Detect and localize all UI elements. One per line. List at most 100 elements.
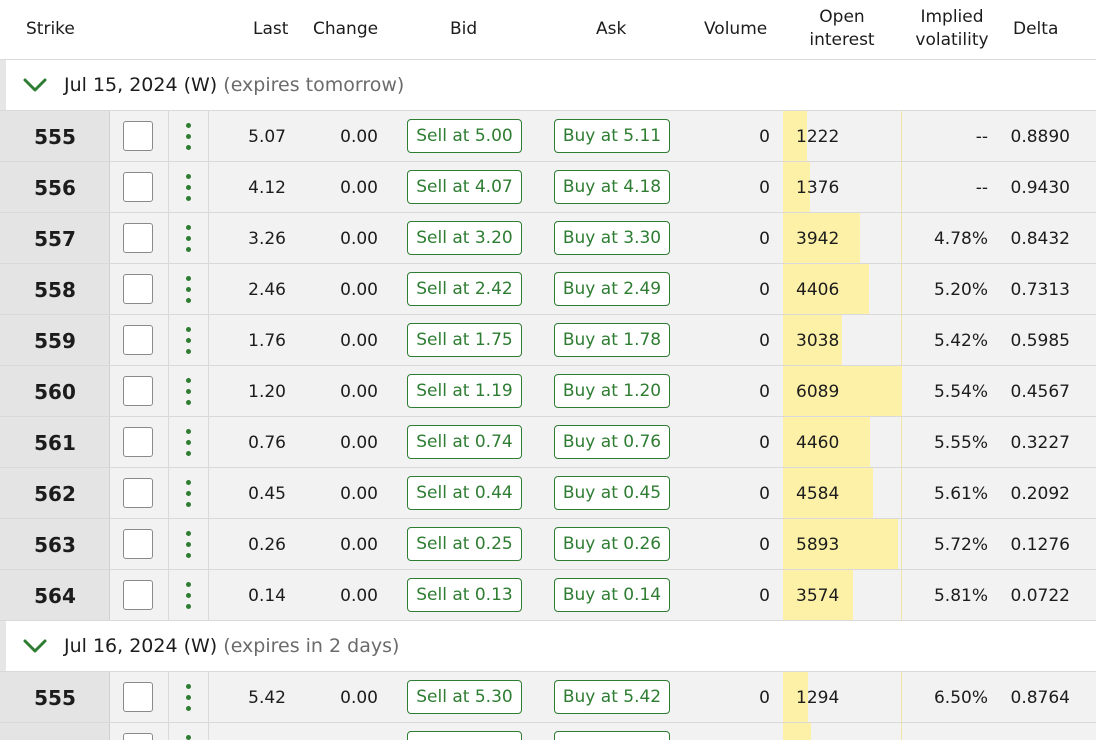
strike-price: 557 [34,227,76,251]
implied-volatility-value: 5.55% [933,433,988,453]
buy-button[interactable]: Buy at 0.45 [554,476,670,510]
row-checkbox[interactable] [123,172,153,202]
sell-button[interactable]: Sell at 0.13 [407,578,522,612]
implied-volatility-value: 5.61% [933,484,988,504]
row-menu[interactable] [168,519,209,569]
more-vertical-icon[interactable] [186,582,192,610]
row-menu[interactable] [168,672,209,722]
row-checkbox[interactable] [123,376,153,406]
expiration-date: Jul 15, 2024 (W) [64,74,218,96]
implied-volatility-value: 5.72% [933,535,988,555]
header-strike[interactable]: Strike [26,18,75,41]
header-volume[interactable]: Volume [704,18,767,41]
buy-button[interactable]: Buy at 0.76 [554,425,670,459]
table-row: 556 4.12 0.00 Sell at 4.07 Buy at 4.18 0 1376 -… [0,162,1096,213]
row-checkbox[interactable] [123,529,153,559]
sell-button[interactable]: Sell at 1.19 [407,374,522,408]
table-row: 558 2.46 0.00 Sell at 2.42 Buy at 2.49 0 4406 5… [0,264,1096,315]
row-menu[interactable] [168,723,209,740]
more-vertical-icon[interactable] [186,174,192,202]
more-vertical-icon[interactable] [186,480,192,508]
more-vertical-icon[interactable] [186,735,192,740]
volume-value: 0 [759,280,770,300]
buy-button[interactable]: Buy at 1.20 [554,374,670,408]
more-vertical-icon[interactable] [186,429,192,457]
more-vertical-icon[interactable] [186,276,192,304]
row-menu[interactable] [168,468,209,518]
header-ask[interactable]: Ask [596,18,626,41]
expiration-header[interactable]: Jul 16, 2024 (W) (expires in 2 days) [0,621,1096,672]
sell-button[interactable]: Sell at 5.30 [407,680,522,714]
sell-button[interactable]: Sell at 1.75 [407,323,522,357]
more-vertical-icon[interactable] [186,225,192,253]
more-vertical-icon[interactable] [186,327,192,355]
delta-value: 0.0722 [1010,586,1070,606]
last-price: 0.45 [248,484,286,504]
delta-value: 0.4567 [1010,382,1070,402]
buy-button[interactable]: Buy at 5.42 [554,680,670,714]
row-checkbox[interactable] [123,274,153,304]
row-menu[interactable] [168,366,209,416]
buy-button[interactable]: Buy at 5.11 [554,119,670,153]
row-menu[interactable] [168,264,209,314]
volume-value: 0 [759,127,770,147]
sell-button[interactable] [407,731,522,740]
buy-button[interactable]: Buy at 0.26 [554,527,670,561]
sell-button[interactable]: Sell at 3.20 [407,221,522,255]
row-checkbox[interactable] [123,733,153,740]
row-menu[interactable] [168,417,209,467]
row-checkbox[interactable] [123,223,153,253]
more-vertical-icon[interactable] [186,378,192,406]
buy-button[interactable]: Buy at 0.14 [554,578,670,612]
row-menu[interactable] [168,213,209,263]
header-implied-volatility[interactable]: Implied volatility [912,6,992,52]
change-value: 0.00 [340,433,378,453]
volume-value: 0 [759,433,770,453]
open-interest-cell [783,723,902,740]
buy-button[interactable]: Buy at 1.78 [554,323,670,357]
sell-button[interactable]: Sell at 4.07 [407,170,522,204]
open-interest-cell: 1294 [783,672,902,722]
header-bid[interactable]: Bid [450,18,477,41]
more-vertical-icon[interactable] [186,123,192,151]
row-checkbox[interactable] [123,478,153,508]
header-delta[interactable]: Delta [1013,18,1058,41]
chevron-down-icon[interactable] [22,74,48,96]
sell-button[interactable]: Sell at 5.00 [407,119,522,153]
buy-button[interactable]: Buy at 4.18 [554,170,670,204]
row-menu[interactable] [168,570,209,620]
header-change[interactable]: Change [313,18,378,41]
row-menu[interactable] [168,315,209,365]
row-checkbox[interactable] [123,121,153,151]
strike-cell: 557 [0,213,110,263]
buy-button[interactable] [554,731,670,740]
sell-button[interactable]: Sell at 2.42 [407,272,522,306]
open-interest-value: 3942 [796,229,840,249]
volume-value: 0 [759,229,770,249]
delta-value: 0.5985 [1010,331,1070,351]
delta-value: 0.3227 [1010,433,1070,453]
strike-price: 560 [34,380,76,404]
sell-button[interactable]: Sell at 0.44 [407,476,522,510]
more-vertical-icon[interactable] [186,684,192,712]
sell-button[interactable]: Sell at 0.74 [407,425,522,459]
row-checkbox[interactable] [123,580,153,610]
implied-volatility-value: -- [975,178,988,198]
row-menu[interactable] [168,111,209,161]
expiration-header[interactable]: Jul 15, 2024 (W) (expires tomorrow) [0,60,1096,111]
last-price: 0.26 [248,535,286,555]
buy-button[interactable]: Buy at 2.49 [554,272,670,306]
row-checkbox[interactable] [123,682,153,712]
row-checkbox[interactable] [123,325,153,355]
header-last[interactable]: Last [253,18,288,41]
row-checkbox[interactable] [123,427,153,457]
sell-button[interactable]: Sell at 0.25 [407,527,522,561]
header-open-interest[interactable]: Open interest [804,6,880,52]
row-menu[interactable] [168,162,209,212]
buy-button[interactable]: Buy at 3.30 [554,221,670,255]
strike-cell: 561 [0,417,110,467]
open-interest-cell: 3942 [783,213,902,263]
chevron-down-icon[interactable] [22,635,48,657]
more-vertical-icon[interactable] [186,531,192,559]
table-row: 560 1.20 0.00 Sell at 1.19 Buy at 1.20 0 6089 5… [0,366,1096,417]
